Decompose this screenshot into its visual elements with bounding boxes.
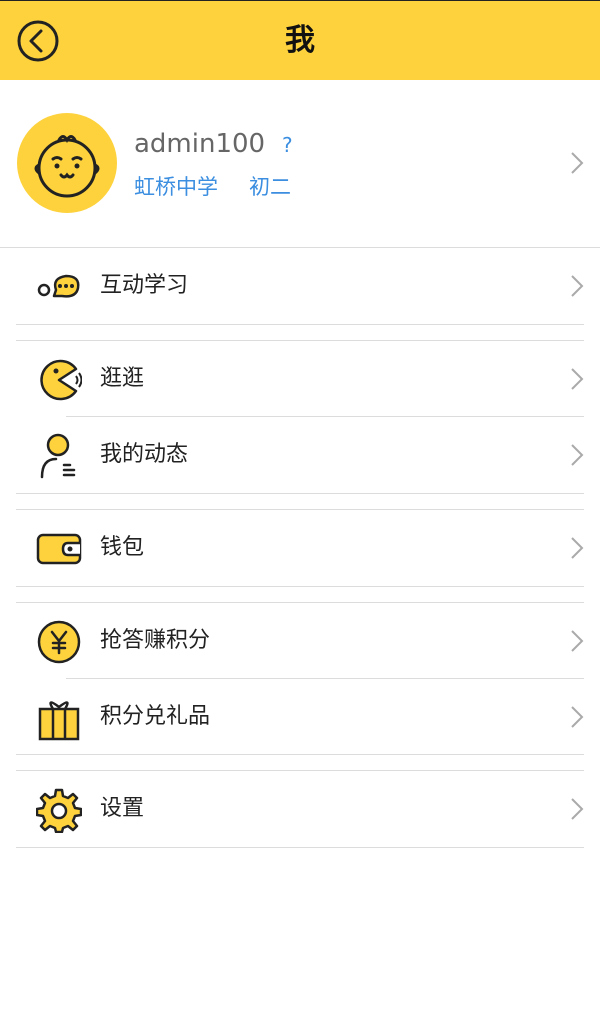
menu-label: 钱包 <box>100 535 145 560</box>
menu-item-settings[interactable]: 设置 <box>0 771 600 847</box>
menu-label: 互动学习 <box>100 273 189 298</box>
chevron-right-icon <box>571 152 584 174</box>
help-icon[interactable]: ? <box>282 132 293 158</box>
chevron-right-icon <box>571 630 584 652</box>
menu-item-wallet[interactable]: 钱包 <box>0 510 600 586</box>
divider <box>16 493 584 494</box>
chevron-right-icon <box>571 798 584 820</box>
chevron-right-icon <box>571 368 584 390</box>
chevron-right-icon <box>571 537 584 559</box>
chevron-right-icon <box>571 275 584 297</box>
page-title: 我 <box>285 23 315 58</box>
school-name: 虹桥中学 <box>134 175 218 199</box>
menu-label: 积分兑礼品 <box>100 704 211 729</box>
yen-coin-icon <box>37 620 81 664</box>
divider <box>16 586 584 587</box>
username: admin100 <box>134 129 266 159</box>
menu-item-quiz-points[interactable]: 抢答赚积分 <box>0 603 600 679</box>
profile-card[interactable]: admin100 ? 虹桥中学 初二 <box>0 80 600 247</box>
chat-bubble-icon <box>37 274 80 298</box>
pacman-icon <box>40 359 82 401</box>
menu-label: 抢答赚积分 <box>100 628 211 653</box>
divider <box>16 754 584 755</box>
avatar <box>17 113 117 213</box>
menu-label: 设置 <box>100 796 145 821</box>
menu-item-points-gifts[interactable]: 积分兑礼品 <box>0 679 600 755</box>
gear-icon <box>36 788 82 833</box>
menu-label: 逛逛 <box>100 366 145 391</box>
menu-item-interactive-learning[interactable]: 互动学习 <box>0 248 600 324</box>
gift-icon <box>38 701 80 741</box>
menu-label: 我的动态 <box>100 442 189 467</box>
grade-label: 初二 <box>249 175 291 199</box>
divider <box>16 324 584 325</box>
menu-item-my-activity[interactable]: 我的动态 <box>0 417 600 493</box>
divider <box>16 847 584 848</box>
wallet-icon <box>36 533 82 565</box>
top-bar: 我 <box>0 0 600 80</box>
chevron-right-icon <box>571 706 584 728</box>
chevron-right-icon <box>571 444 584 466</box>
user-icon <box>40 433 76 479</box>
menu-item-browse[interactable]: 逛逛 <box>0 341 600 417</box>
